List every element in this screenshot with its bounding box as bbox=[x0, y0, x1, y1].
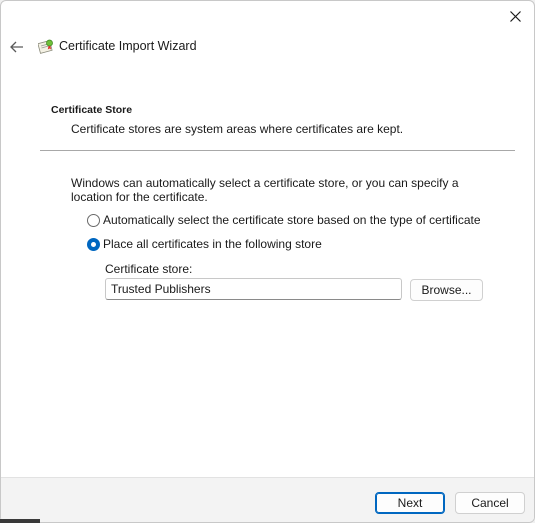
place-all-radio[interactable] bbox=[87, 237, 100, 251]
place-all-option[interactable]: Place all certificates in the following … bbox=[87, 237, 322, 251]
wizard-footer: Next Cancel bbox=[1, 477, 534, 522]
wizard-window: Certificate Import Wizard Certificate St… bbox=[0, 0, 535, 523]
taskbar-edge bbox=[0, 519, 40, 523]
auto-select-label: Automatically select the certificate sto… bbox=[103, 213, 481, 227]
place-all-label: Place all certificates in the following … bbox=[103, 237, 322, 251]
intro-text: Windows can automatically select a certi… bbox=[71, 176, 459, 204]
back-button[interactable] bbox=[7, 37, 27, 57]
cancel-button[interactable]: Cancel bbox=[455, 492, 525, 514]
certificate-store-field[interactable] bbox=[105, 278, 402, 300]
auto-select-radio[interactable] bbox=[87, 213, 100, 227]
certificate-icon bbox=[38, 39, 53, 54]
window-title: Certificate Import Wizard bbox=[59, 39, 197, 53]
certificate-store-label: Certificate store: bbox=[105, 262, 193, 276]
wizard-header: Certificate Import Wizard bbox=[1, 31, 534, 63]
section-title: Certificate Store bbox=[51, 104, 133, 116]
next-button[interactable]: Next bbox=[375, 492, 445, 514]
auto-select-option[interactable]: Automatically select the certificate sto… bbox=[87, 213, 481, 227]
close-icon bbox=[509, 10, 521, 22]
browse-button[interactable]: Browse... bbox=[410, 279, 483, 301]
title-bar bbox=[1, 1, 534, 33]
divider bbox=[40, 150, 515, 151]
back-arrow-icon bbox=[10, 41, 23, 53]
section-description: Certificate stores are system areas wher… bbox=[71, 122, 404, 136]
close-button[interactable] bbox=[502, 3, 528, 29]
